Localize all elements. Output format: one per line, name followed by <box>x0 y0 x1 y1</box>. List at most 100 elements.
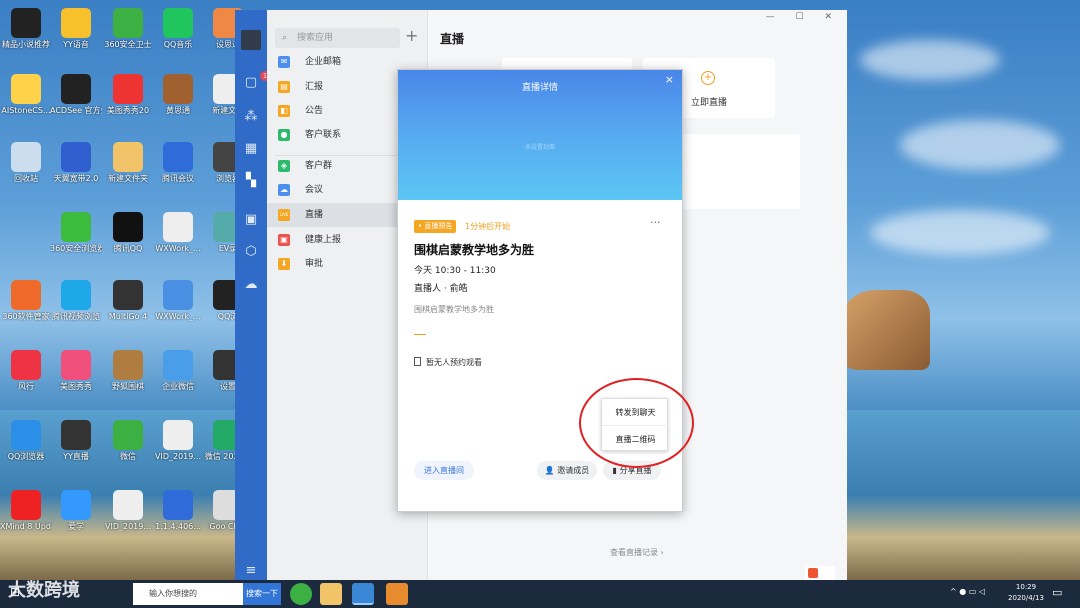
doc-icon[interactable]: ▣ <box>242 211 260 229</box>
nav-item-icon: ▣ <box>278 234 290 246</box>
nav-item-label: 公告 <box>305 106 324 116</box>
desktop-icon[interactable]: AIStoneCS... <box>0 74 52 116</box>
desktop-icon-image <box>61 350 91 380</box>
desktop-icon[interactable]: 腾讯QQ <box>102 212 154 254</box>
desktop-icon[interactable]: YY直播 <box>50 420 102 462</box>
nav-item-label: 审批 <box>305 259 324 269</box>
desktop-icon[interactable]: XMind 8 Update 7 <box>0 490 52 532</box>
desktop-icon[interactable]: WXWork_... <box>152 212 204 254</box>
desktop-icon-image <box>163 74 193 104</box>
watermark: 大数跨境 <box>8 580 80 601</box>
clock-time: 10:29 <box>1015 583 1037 591</box>
desktop-icon[interactable]: 360安全卫士 <box>102 8 154 50</box>
desktop-icon[interactable]: 360安全浏览器 <box>50 212 102 254</box>
desktop-icon[interactable]: 野狐围棋 <box>102 350 154 392</box>
live-title: 围棋启蒙教学地多为胜 <box>414 243 535 257</box>
desktop-icon-label: QQ浏览器 <box>7 452 45 461</box>
hexagon-icon[interactable]: ⬡ <box>242 243 260 261</box>
desktop-icon-label: 野狐围棋 <box>112 382 144 391</box>
desktop-icon-label: ACDSee 官方免费版 <box>50 106 102 115</box>
desktop-icon-image <box>11 74 41 104</box>
desktop-icon-image <box>11 490 41 520</box>
system-clock[interactable]: 10:29 2020/4/13 <box>1000 582 1052 604</box>
notification-icon[interactable]: ▭ <box>1052 586 1062 599</box>
desktop-icon[interactable]: QQ浏览器 <box>0 420 52 462</box>
desktop-icon[interactable]: VID_2019... <box>102 490 154 532</box>
reservation-label: 暂无人预约观看 <box>426 358 482 367</box>
desktop-icon[interactable]: 腾讯视频浏览 <box>50 280 102 322</box>
desktop-icon[interactable]: VID_2019... <box>152 420 204 462</box>
nav-item-icon: ✉ <box>278 56 290 68</box>
desktop-icon[interactable]: 天翼宽带2.0 <box>50 142 102 184</box>
nav-item-label: 汇报 <box>305 82 324 92</box>
desktop-icon[interactable]: 微信 <box>102 420 154 462</box>
desktop-icon-label: 1.1.4.406... <box>155 522 201 531</box>
desktop-icon[interactable]: 1.1.4.406... <box>152 490 204 532</box>
desktop-icon[interactable]: QQ音乐 <box>152 8 204 50</box>
countdown-text: 1分钟后开始 <box>465 222 511 231</box>
desktop-icon[interactable]: 爱学 <box>50 490 102 532</box>
desktop-icon[interactable]: 腾讯会议 <box>152 142 204 184</box>
desktop-icon[interactable]: 新建文件夹 <box>102 142 154 184</box>
desktop-icon[interactable]: 美图秀秀 <box>50 350 102 392</box>
dialog-title: 直播详情 <box>521 83 558 93</box>
cloud <box>900 120 1060 170</box>
desktop-icon[interactable]: 风行 <box>0 350 52 392</box>
menu-icon[interactable]: ≡ <box>242 562 260 580</box>
desktop-icon-image <box>163 8 193 38</box>
message-icon[interactable]: ▢ 1 <box>242 71 270 92</box>
desktop-icon[interactable]: 黄思通 <box>152 74 204 116</box>
desktop-icon-label: 天翼宽带2.0 <box>53 174 99 183</box>
live-time: 今天 10:30 - 11:30 <box>414 266 496 276</box>
taskbar-360-icon[interactable] <box>290 583 312 605</box>
history-link[interactable]: 查看直播记录 › <box>610 547 664 558</box>
desktop-icon[interactable]: WXWork_... <box>152 280 204 322</box>
app-logo-icon <box>808 568 818 578</box>
desktop-icon-image <box>61 212 91 242</box>
taskbar-search-button[interactable]: 搜索一下 <box>243 583 281 605</box>
desktop-icon-image <box>11 420 41 450</box>
contacts-icon[interactable]: ⁂ <box>242 108 260 126</box>
taskbar-browser-icon[interactable] <box>352 583 374 605</box>
desktop-icon-label: 360安全卫士 <box>104 40 152 49</box>
search-input[interactable]: ⌕ 搜索应用 <box>275 28 400 48</box>
desktop-icon[interactable]: ACDSee 官方免费版 <box>50 74 102 116</box>
close-icon[interactable]: × <box>665 73 674 86</box>
corner-widget[interactable] <box>805 566 835 580</box>
clock-date: 2020/4/13 <box>1008 594 1044 602</box>
cloud-icon[interactable]: ☁ <box>242 276 260 294</box>
desktop-icon-label: 美图秀秀 <box>60 382 92 391</box>
tray-icons[interactable]: ^ ● ▭ ◁ <box>950 587 985 596</box>
desktop-icon[interactable]: 企业微信 <box>152 350 204 392</box>
taskbar-folder-icon[interactable] <box>320 583 342 605</box>
desktop-icon[interactable]: MultiGo 4 <box>102 280 154 322</box>
desktop-icon-label: 360安全浏览器 <box>50 244 102 253</box>
invite-button[interactable]: 👤 邀请成员 <box>537 461 597 480</box>
desktop-icon[interactable]: 360软件管家 <box>0 280 52 322</box>
plus-icon[interactable]: + <box>405 26 418 45</box>
workbench-icon[interactable]: ▚ <box>242 172 260 190</box>
nav-item-icon: ▤ <box>278 81 290 93</box>
nav-item-label: 健康上报 <box>305 235 342 245</box>
desktop-icon-image <box>113 420 143 450</box>
desktop-icon-image <box>113 212 143 242</box>
calendar-icon[interactable]: ▦ <box>242 140 260 158</box>
desktop-icon[interactable]: 美图秀秀20 <box>102 74 154 116</box>
reservation-status: 暂无人预约观看 <box>414 357 482 368</box>
desktop-icon[interactable]: YY语音 <box>50 8 102 50</box>
taskbar-search-input[interactable]: 输入你想搜的 <box>133 583 243 605</box>
live-description: 围棋启蒙教学地多为胜 <box>414 305 494 314</box>
desktop-icon-image <box>61 490 91 520</box>
desktop-icon[interactable]: 回收站 <box>0 142 52 184</box>
enter-room-button[interactable]: 进入直播间 <box>414 461 474 480</box>
desktop-icon[interactable]: 精品小说推荐 <box>0 8 52 50</box>
taskbar-wechat-icon[interactable] <box>386 583 408 605</box>
desktop-icon-label: XMind 8 Update 7 <box>0 522 52 531</box>
search-placeholder: 搜索应用 <box>297 33 334 43</box>
live-host: 直播人 · 俞皓 <box>414 284 468 294</box>
window-controls[interactable]: — ☐ ✕ <box>766 12 841 22</box>
desktop-icon-image <box>163 350 193 380</box>
desktop-icon-image <box>61 420 91 450</box>
avatar[interactable] <box>241 30 261 50</box>
more-icon[interactable]: ··· <box>650 216 661 229</box>
